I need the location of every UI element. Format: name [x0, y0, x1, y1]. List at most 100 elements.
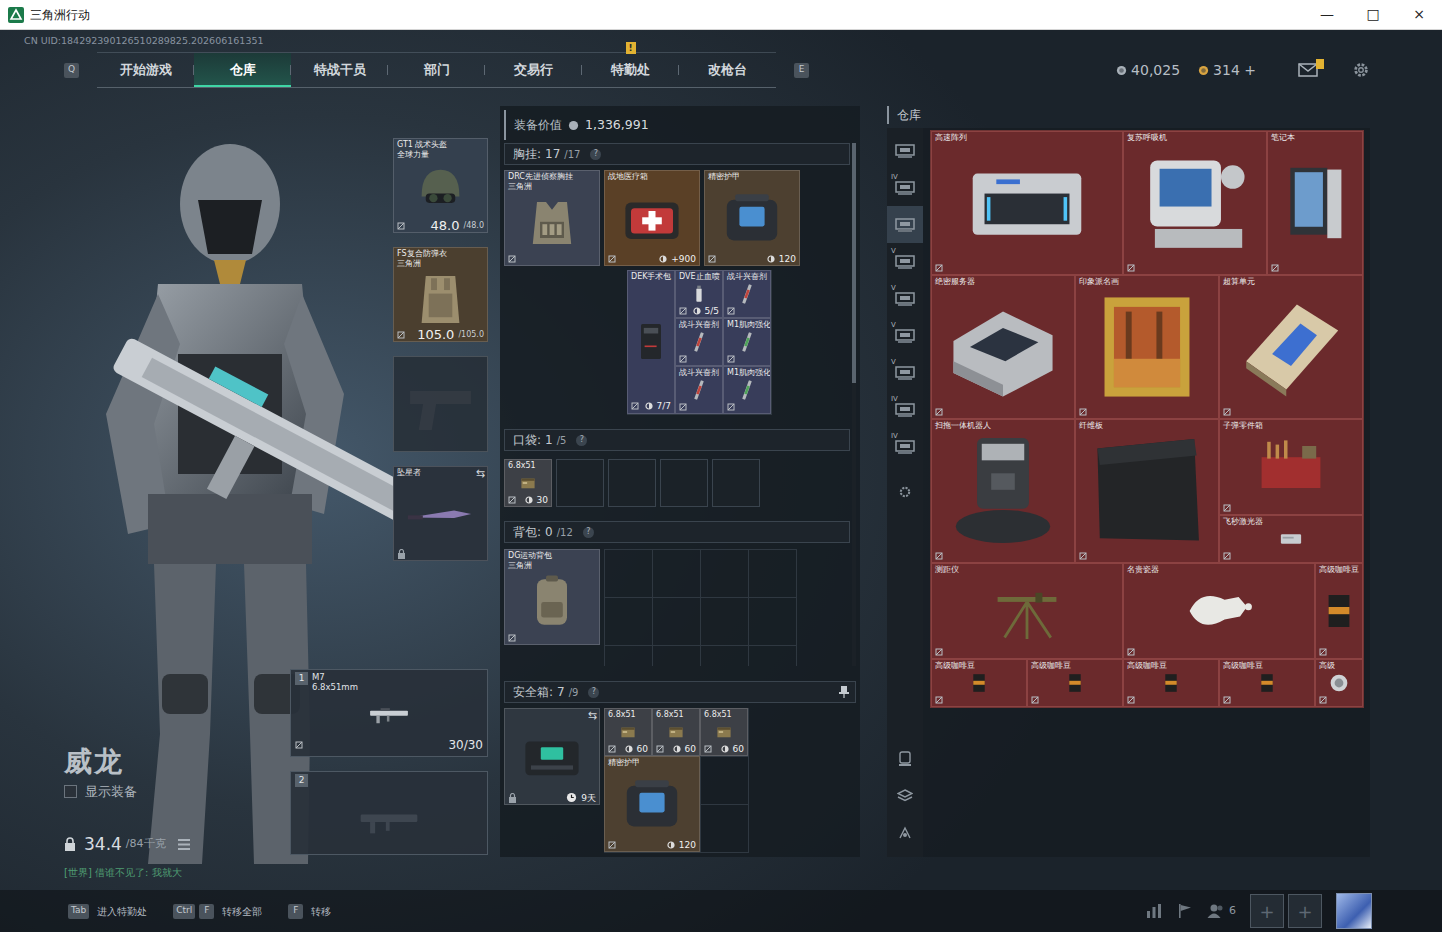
inventory-item[interactable]: 坠星者⇆	[393, 466, 488, 561]
inventory-item[interactable]: 绝密服务器	[931, 275, 1075, 419]
player-avatar[interactable]	[1336, 893, 1372, 929]
help-button[interactable]: ?	[583, 527, 594, 538]
inventory-item[interactable]: 战斗兴奋剂	[723, 270, 771, 318]
inventory-item[interactable]: 6.8x5160	[652, 708, 700, 756]
pin-icon[interactable]	[839, 686, 849, 698]
inventory-item[interactable]: 高级咖啡豆	[1027, 659, 1123, 707]
inventory-item[interactable]: 6.8x5130	[504, 459, 552, 507]
warehouse-tab[interactable]	[887, 132, 923, 169]
stack-button[interactable]	[887, 777, 923, 814]
warehouse-settings[interactable]	[887, 473, 923, 510]
flag-icon[interactable]	[1177, 903, 1193, 919]
inventory-item[interactable]: 高级咖啡豆	[1219, 659, 1315, 707]
inventory-item[interactable]: 复苏呼吸机	[1123, 131, 1267, 275]
item-title: 高级咖啡豆	[1319, 565, 1359, 575]
inventory-item[interactable]: 精密护甲120	[604, 756, 700, 852]
inventory-item[interactable]: FS复合防弹衣三角洲105.0/105.0	[393, 247, 488, 342]
nav-tab[interactable]: 开始游戏	[97, 53, 194, 87]
currency[interactable]: 40,025	[1116, 60, 1180, 81]
help-button[interactable]: ?	[590, 149, 601, 160]
close-button[interactable]: ×	[1396, 0, 1442, 29]
key-hint[interactable]: CtrlF转移全部	[173, 904, 262, 919]
weapon-slot[interactable]: 2	[290, 771, 488, 855]
nav-tab[interactable]: 特勤处!	[582, 53, 679, 87]
empty-gear-slot[interactable]	[393, 356, 488, 452]
nav-tab[interactable]: 部门	[388, 53, 485, 87]
prev-tab-key[interactable]: Q	[64, 63, 79, 78]
inventory-item[interactable]: 高级咖啡豆	[931, 659, 1027, 707]
maximize-button[interactable]: □	[1350, 0, 1396, 29]
inventory-item[interactable]: GT1 战术头盔全球力量48.0/48.0	[393, 138, 488, 233]
warehouse-tab[interactable]	[887, 206, 923, 243]
settings-gear-icon[interactable]	[1352, 61, 1370, 79]
swap-button[interactable]: ⇆	[588, 710, 597, 721]
inventory-item[interactable]: 扫拖一体机器人	[931, 419, 1075, 563]
pocket-slot[interactable]	[556, 459, 604, 507]
item-header: 飞秒激光器	[1220, 516, 1362, 527]
inventory-item[interactable]: 印象派名画	[1075, 275, 1219, 419]
inventory-item[interactable]: M1肌肉强化	[723, 366, 771, 414]
tidy-button[interactable]	[887, 814, 923, 851]
inventory-item[interactable]: 战斗兴奋剂	[675, 318, 723, 366]
mail-button[interactable]	[1298, 63, 1318, 77]
warehouse-tab[interactable]: V	[887, 354, 923, 391]
pocket-slot[interactable]	[712, 459, 760, 507]
inventory-item[interactable]: 纤维板	[1075, 419, 1219, 563]
scrollbar-thumb[interactable]	[852, 143, 856, 383]
pocket-slot[interactable]	[608, 459, 656, 507]
weapon-name: M7	[312, 672, 358, 682]
inventory-item[interactable]: DVE止血喷5/5	[675, 270, 723, 318]
inventory-item[interactable]: 精密护甲120	[704, 170, 800, 266]
nav-tab[interactable]: 改枪台	[679, 53, 776, 87]
minimize-button[interactable]: —	[1304, 0, 1350, 29]
warehouse-tab[interactable]: IV	[887, 391, 923, 428]
inventory-item[interactable]: 高级咖啡豆	[1315, 563, 1363, 659]
key-hint[interactable]: Tab进入特勤处	[68, 904, 147, 919]
add-teammate-button[interactable]: +	[1288, 894, 1322, 928]
sort-button[interactable]	[887, 740, 923, 777]
warehouse-tab[interactable]: IV	[887, 169, 923, 206]
warehouse-tab[interactable]: V	[887, 317, 923, 354]
next-tab-key[interactable]: E	[794, 63, 809, 78]
inventory-item[interactable]: 战地医疗箱+900	[604, 170, 700, 266]
inventory-item[interactable]: 超算单元	[1219, 275, 1363, 419]
inventory-item[interactable]: M1肌肉强化	[723, 318, 771, 366]
key-hint[interactable]: F转移	[288, 904, 331, 919]
inventory-item[interactable]: ⇆9天	[504, 708, 600, 805]
weapon-slot[interactable]: 1M76.8x51mm30/30	[290, 669, 488, 757]
pocket-slot[interactable]	[660, 459, 708, 507]
list-icon[interactable]	[178, 839, 190, 850]
inventory-item[interactable]: 6.8x5160	[700, 708, 748, 756]
inventory-item[interactable]: DRC先进侦察胸挂三角洲	[504, 170, 600, 266]
warehouse-tab[interactable]: IV	[887, 428, 923, 465]
help-button[interactable]: ?	[588, 687, 599, 698]
inventory-item[interactable]: 子弹零件箱	[1219, 419, 1363, 515]
friends-button[interactable]: 6	[1207, 903, 1236, 920]
warehouse-tab[interactable]: V	[887, 243, 923, 280]
show-equipment-toggle[interactable]: 显示装备	[64, 782, 290, 802]
inventory-item[interactable]: 笔记本	[1267, 131, 1363, 275]
inventory-item[interactable]: DG运动背包三角洲	[504, 549, 600, 645]
nav-tab[interactable]: 特战干员	[291, 53, 388, 87]
nav-tab[interactable]: 交易行	[485, 53, 582, 87]
swap-button[interactable]: ⇆	[476, 468, 485, 479]
warehouse-tab[interactable]: V	[887, 280, 923, 317]
inventory-item[interactable]: 飞秒激光器	[1219, 515, 1363, 563]
help-button[interactable]: ?	[576, 435, 587, 446]
inventory-item[interactable]: 高级咖啡豆	[1123, 659, 1219, 707]
inventory-item[interactable]: 测距仪	[931, 563, 1123, 659]
checkbox[interactable]	[64, 785, 77, 798]
inventory-item[interactable]: 战斗兴奋剂	[675, 366, 723, 414]
inventory-item[interactable]: 6.8x5160	[604, 708, 652, 756]
add-teammate-button[interactable]: +	[1250, 894, 1284, 928]
item-header: 印象派名画	[1076, 276, 1218, 287]
friends-count: 6	[1229, 903, 1236, 920]
inventory-item[interactable]: DEK手术包7/7	[627, 270, 675, 414]
inventory-item[interactable]: 高级	[1315, 659, 1363, 707]
inventory-item[interactable]: 名贵瓷器	[1123, 563, 1315, 659]
inventory-item[interactable]: 高速阵列	[931, 131, 1123, 275]
nav-tab[interactable]: 仓库	[194, 53, 291, 87]
scrollbar[interactable]	[852, 143, 856, 666]
stats-chart-icon[interactable]	[1145, 903, 1163, 919]
currency[interactable]: 314 +	[1198, 60, 1256, 81]
